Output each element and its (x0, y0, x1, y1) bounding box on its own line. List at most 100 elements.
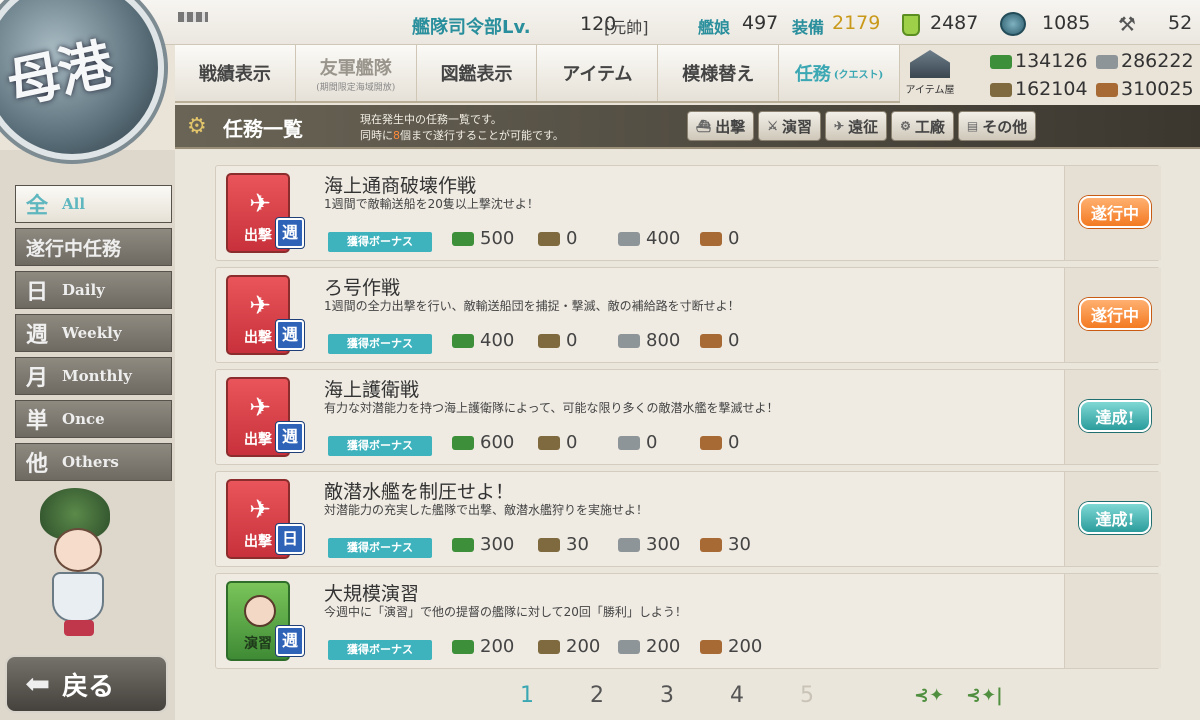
category-daily[interactable]: 日 Daily (15, 271, 172, 309)
reward-bauxite: 0 (700, 228, 739, 249)
page-3[interactable]: 3 (660, 683, 674, 708)
category-weekly-label: Weekly (62, 324, 122, 342)
next-page-icon[interactable]: ⊰✦ (914, 685, 944, 706)
reward-fuel-value: 200 (480, 636, 515, 657)
in-progress-badge: 遂行中 (1079, 196, 1151, 228)
filter-sortie-button[interactable]: ⛴ 出撃 (687, 111, 755, 141)
reward-bauxite-value: 0 (728, 432, 740, 453)
quest-list-header: ⚙ 任務一覧 現在発生中の任務一覧です。 同時に8個まで遂行することが可能です。… (175, 105, 1200, 149)
reward-fuel: 400 (452, 330, 514, 351)
bauxite-icon (700, 538, 722, 552)
page-4[interactable]: 4 (730, 683, 744, 708)
filter-other-button[interactable]: ▤ その他 (957, 111, 1037, 141)
reward-bauxite-value: 30 (728, 534, 751, 555)
nav-record[interactable]: 戦績表示 (175, 45, 296, 101)
quest-status-cell: 達成! (1064, 370, 1161, 464)
bauxite-resource: 310025 (1096, 78, 1194, 100)
nav-encyclopedia[interactable]: 図鑑表示 (417, 45, 538, 101)
reward-steel: 0 (618, 432, 657, 453)
steel-ingot-icon (618, 232, 640, 246)
quest-row[interactable]: ✈ 出撃 週 ろ号作戦 1週間の全力出撃を行い、敵輸送船団を捕捉・撃滅、敵の補給路… (215, 267, 1161, 363)
reward-ammo-value: 200 (566, 636, 601, 657)
reward-fuel-value: 400 (480, 330, 515, 351)
category-all[interactable]: 全 All (15, 185, 172, 223)
reward-steel-value: 200 (646, 636, 681, 657)
page-5[interactable]: 5 (800, 683, 814, 708)
category-weekly[interactable]: 週 Weekly (15, 314, 172, 352)
category-once[interactable]: 単 Once (15, 400, 172, 438)
reward-fuel: 200 (452, 636, 514, 657)
reward-ammo-value: 0 (566, 330, 578, 351)
bonus-label: 獲得ボーナス (328, 232, 432, 252)
expedition-icon: ✈ (834, 119, 845, 133)
reward-steel-value: 0 (646, 432, 658, 453)
weekly-badge: 週 (276, 218, 304, 248)
exercise-icon: ⚔ (767, 119, 779, 133)
nav-furniture[interactable]: 模様替え (658, 45, 780, 101)
reward-steel: 300 (618, 534, 680, 555)
bauxite-icon (700, 232, 722, 246)
filter-expedition-button[interactable]: ✈ 遠征 (825, 111, 888, 141)
fairy-face (54, 528, 102, 572)
fuel-drum-icon (990, 54, 1012, 69)
fuel-drum-icon (452, 436, 474, 450)
plane-icon: ✈ (249, 189, 271, 219)
steel-ingot-icon (618, 436, 640, 450)
fairy-character (30, 488, 140, 638)
reward-fuel-value: 300 (480, 534, 515, 555)
port-home-button[interactable]: 母港 (0, 0, 164, 160)
dev-material-count: 1085 (1042, 12, 1091, 34)
complete-badge[interactable]: 達成! (1079, 502, 1151, 534)
complete-badge[interactable]: 達成! (1079, 400, 1151, 432)
fairy-body (52, 572, 104, 622)
quest-status-cell: 遂行中 (1064, 268, 1161, 362)
page-2[interactable]: 2 (590, 683, 604, 708)
reward-ammo: 30 (538, 534, 589, 555)
nav-friend-fleet[interactable]: 友軍艦隊 (期間限定海域開放) (296, 45, 417, 101)
nav-items[interactable]: アイテム (537, 45, 659, 101)
max-quests-count: 8 (393, 129, 400, 142)
quest-row[interactable]: 演習 週 大規模演習 今週中に「演習」で他の提督の艦隊に対して20回「勝利」しよ… (215, 573, 1161, 669)
item-shop-button[interactable]: アイテム屋 (902, 48, 958, 96)
quest-description: 有力な対潜能力を持つ海上護衛隊によって、可能な限り多くの敵潜水艦を撃滅せよ！ (324, 401, 779, 415)
reward-bauxite-value: 0 (728, 330, 740, 351)
nav-items-label: アイテム (562, 64, 633, 85)
steel-ingot-icon (618, 640, 640, 654)
reward-fuel: 500 (452, 228, 514, 249)
category-in-progress[interactable]: 遂行中任務 (15, 228, 172, 266)
plane-icon: ✈ (249, 291, 271, 321)
port-logo-text: 母港 (1, 31, 117, 117)
bauxite-value: 310025 (1121, 78, 1194, 100)
bauxite-icon (700, 334, 722, 348)
fuel-drum-icon (452, 232, 474, 246)
fuel-value: 134126 (1015, 50, 1088, 72)
category-monthly[interactable]: 月 Monthly (15, 357, 172, 395)
reward-fuel: 300 (452, 534, 514, 555)
nav-quests[interactable]: 任務 (クエスト) (779, 45, 900, 101)
quest-row[interactable]: ✈ 出撃 日 敵潜水艦を制圧せよ！ 対潜能力の充実した艦隊で出撃、敵潜水艦狩りを実… (215, 471, 1161, 567)
filter-exercise-button[interactable]: ⚔ 演習 (758, 111, 822, 141)
fairy-legs (64, 620, 94, 636)
quest-status-cell: 達成! (1064, 472, 1161, 566)
reward-fuel-value: 500 (480, 228, 515, 249)
last-page-icon[interactable]: ⊰✦| (966, 685, 1003, 706)
steel-ingot-icon (618, 334, 640, 348)
bonus-label: 獲得ボーナス (328, 334, 432, 354)
back-button[interactable]: ⬅ 戻る (5, 655, 168, 713)
nav-quests-sub: (クエスト) (833, 69, 884, 81)
quest-row[interactable]: ✈ 出撃 週 海上護衛戦 有力な対潜能力を持つ海上護衛隊によって、可能な限り多くの… (215, 369, 1161, 465)
reward-ammo: 0 (538, 228, 577, 249)
quest-row[interactable]: ✈ 出撃 週 海上通商破壊作戦 1週間で敵輸送船を20隻以上撃沈せよ！ 獲得ボーナ… (215, 165, 1161, 261)
filter-arsenal-label: 工廠 (914, 117, 945, 136)
weekly-badge: 週 (276, 320, 304, 350)
category-others[interactable]: 他 Others (15, 443, 172, 481)
header-desc-2-pre: 同時に (360, 129, 393, 142)
page-1[interactable]: 1 (520, 683, 534, 708)
bucket-count: 2487 (930, 12, 979, 34)
fuel-drum-icon (452, 538, 474, 552)
reward-steel: 400 (618, 228, 680, 249)
player-name-redacted (178, 12, 208, 22)
reward-bauxite: 30 (700, 534, 751, 555)
gear-icon: ⚙ (187, 114, 207, 139)
filter-arsenal-button[interactable]: ⚙ 工廠 (891, 111, 954, 141)
